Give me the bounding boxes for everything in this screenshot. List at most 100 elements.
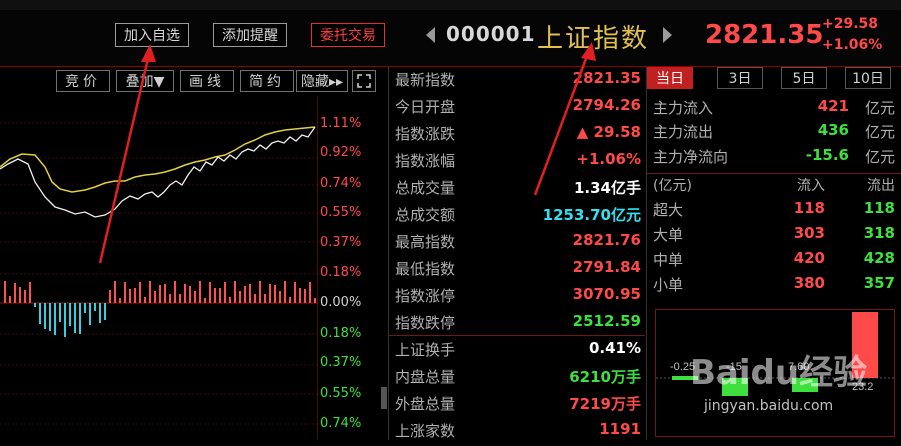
volume-bar bbox=[124, 282, 126, 303]
volume-bar bbox=[279, 291, 281, 303]
volume-bar bbox=[129, 289, 131, 303]
volume-bar bbox=[54, 303, 56, 335]
fund-summary-unit: 亿元 bbox=[864, 123, 895, 141]
simple-mode-button[interactable]: 简约 bbox=[240, 70, 294, 92]
quote-value: 7219万手 bbox=[569, 395, 641, 413]
quote-value: 2512.59 bbox=[572, 312, 641, 330]
intraday-chart[interactable]: 1.11% 0.92% 0.74% 0.55% 0.37% 0.18% 0.00% 0.18%… bbox=[0, 97, 380, 440]
chart-axis-label: 0.74% bbox=[320, 416, 362, 431]
outflow-value: 318 bbox=[863, 224, 895, 242]
expand-icon[interactable] bbox=[352, 70, 376, 92]
volume-bar bbox=[174, 281, 176, 303]
quote-row: 今日开盘 2794.26 bbox=[395, 96, 641, 122]
volume-bar bbox=[184, 284, 186, 303]
fund-flow-row: 中单 420 428 bbox=[653, 249, 895, 273]
volume-bar bbox=[114, 281, 116, 303]
chart-axis-label: 0.18% bbox=[320, 326, 362, 341]
volume-bar bbox=[309, 282, 311, 303]
inflow-value: 380 bbox=[793, 274, 825, 292]
tab-3day[interactable]: 3日 bbox=[717, 67, 763, 89]
quote-value: 1253.70亿元 bbox=[542, 206, 641, 224]
stock-code: 000001 bbox=[446, 22, 536, 46]
chart-toolbar: 竞价 叠加▼ 画线 简约 隐藏▸▸ bbox=[0, 67, 380, 95]
fund-summary-row: 主力流入 421 亿元 bbox=[653, 97, 895, 121]
tab-5day[interactable]: 5日 bbox=[781, 67, 827, 89]
volume-bar bbox=[39, 303, 41, 324]
volume-bar bbox=[14, 283, 16, 303]
in-header: 流入 bbox=[797, 178, 825, 194]
quote-label: 内盘总量 bbox=[395, 368, 456, 386]
volume-bar bbox=[304, 289, 306, 303]
next-stock-icon[interactable] bbox=[663, 27, 672, 43]
volume-bar bbox=[259, 281, 261, 303]
quote-row: 上涨家数 1191 bbox=[395, 420, 641, 446]
volume-bar bbox=[264, 294, 266, 303]
unit-header: (亿元) bbox=[653, 178, 692, 194]
out-header: 流出 bbox=[867, 178, 895, 194]
volume-bar bbox=[284, 281, 286, 303]
volume-bar bbox=[274, 285, 276, 303]
trade-button[interactable]: 委托交易 bbox=[311, 23, 385, 47]
overlay-button[interactable]: 叠加▼ bbox=[116, 70, 174, 92]
fund-summary-value: -15.6 bbox=[805, 146, 849, 164]
draw-line-button[interactable]: 画线 bbox=[180, 70, 234, 92]
fund-summary-label: 主力流入 bbox=[653, 99, 714, 117]
volume-bar bbox=[34, 303, 36, 307]
quote-label: 指数涨停 bbox=[395, 287, 456, 305]
scrollbar-thumb[interactable] bbox=[381, 387, 387, 409]
volume-bar bbox=[64, 303, 66, 337]
quote-value: 0.41% bbox=[588, 339, 641, 357]
quote-value: 3070.95 bbox=[572, 285, 641, 303]
volume-bar bbox=[169, 294, 171, 303]
quote-label: 上证换手 bbox=[395, 341, 456, 359]
volume-bar bbox=[99, 303, 101, 323]
volume-bar bbox=[104, 303, 106, 320]
volume-bar bbox=[244, 286, 246, 303]
quote-row: 指数涨跌 ▲ 29.58 bbox=[395, 123, 641, 149]
quote-row: 内盘总量 6210万手 bbox=[395, 366, 641, 392]
outflow-value: 428 bbox=[863, 249, 895, 267]
add-to-watchlist-button[interactable]: 加入自选 bbox=[115, 23, 189, 47]
volume-bar bbox=[59, 303, 61, 322]
fund-separator bbox=[647, 173, 901, 174]
volume-bar bbox=[159, 285, 161, 303]
chart-axis-label: 0.55% bbox=[320, 386, 362, 401]
order-size-label: 中单 bbox=[653, 251, 684, 269]
quote-row: 总成交量 1.34亿手 bbox=[395, 177, 641, 203]
quote-value: 6210万手 bbox=[569, 368, 641, 386]
volume-bar bbox=[84, 303, 86, 313]
volume-bar bbox=[224, 282, 226, 303]
quote-label: 最新指数 bbox=[395, 71, 456, 89]
volume-bar bbox=[74, 303, 76, 333]
fund-flow-row: 大单 303 318 bbox=[653, 224, 895, 248]
volume-bar bbox=[134, 288, 136, 303]
volume-bar bbox=[44, 303, 46, 329]
volume-bar bbox=[89, 303, 91, 325]
tab-today[interactable]: 当日 bbox=[647, 67, 693, 89]
watermark-logo: Baidu经验 bbox=[690, 353, 868, 393]
average-price-line bbox=[0, 126, 316, 193]
bid-button[interactable]: 竞价 bbox=[56, 70, 110, 92]
chart-axis-label: 0.37% bbox=[320, 355, 362, 370]
chart-axis-label: 0.55% bbox=[320, 205, 362, 220]
quote-label: 最高指数 bbox=[395, 233, 456, 251]
add-alert-button[interactable]: 添加提醒 bbox=[213, 23, 287, 47]
tab-10day[interactable]: 10日 bbox=[845, 67, 891, 89]
volume-bar bbox=[219, 288, 221, 303]
last-price: 2821.35 bbox=[705, 20, 824, 50]
hide-button[interactable]: 隐藏▸▸ bbox=[296, 70, 348, 92]
quote-label: 指数涨跌 bbox=[395, 125, 456, 143]
volume-bar bbox=[79, 303, 81, 334]
quote-label: 总成交额 bbox=[395, 206, 456, 224]
outflow-value: 118 bbox=[863, 199, 895, 217]
volume-bar bbox=[4, 281, 6, 303]
prev-stock-icon[interactable] bbox=[426, 27, 435, 43]
quote-panel: 最新指数 2821.35 今日开盘 2794.26 指数涨跌 ▲ 29.58 指数涨幅 +1.… bbox=[388, 67, 645, 440]
quote-row: 外盘总量 7219万手 bbox=[395, 393, 641, 419]
volume-bar bbox=[229, 297, 231, 303]
chart-axis-label: 1.11% bbox=[320, 116, 362, 131]
inflow-value: 118 bbox=[793, 199, 825, 217]
quote-label: 总成交量 bbox=[395, 179, 456, 197]
quote-row: 最低指数 2791.84 bbox=[395, 258, 641, 284]
volume-bar bbox=[149, 281, 151, 303]
